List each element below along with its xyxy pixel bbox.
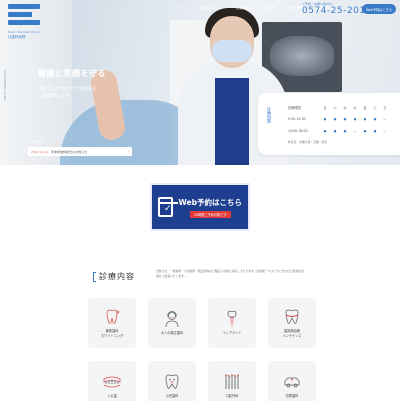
calendar-check-icon bbox=[158, 197, 178, 217]
logo-name-jp: 住歯科医院 bbox=[8, 35, 26, 39]
web-reserve-banner[interactable]: Web予約はこちら 24時間ご予約可能です bbox=[150, 183, 250, 231]
nav-item-price[interactable]: 料金表 bbox=[265, 6, 276, 11]
chevron-right-icon[interactable]: › bbox=[127, 149, 129, 154]
news-title[interactable]: 年末年始休診日のお知らせ bbox=[51, 150, 124, 154]
service-label: 審美歯科 ホワイトニング bbox=[100, 329, 124, 338]
tools-icon bbox=[223, 373, 241, 391]
service-label: インプラント bbox=[222, 331, 242, 336]
news-bar[interactable]: 2022.12.21 年末年始休診日のお知らせ › bbox=[28, 147, 132, 156]
news-date: 2022.12.21 bbox=[31, 149, 49, 154]
service-card-periodontal[interactable]: 歯周病治療 メンテナンス bbox=[268, 298, 316, 348]
dentures-icon bbox=[103, 373, 121, 391]
schedule-note: 休診日：木曜午後・日曜・祝日 bbox=[288, 140, 328, 144]
schedule-row: 9:30-12:30 ● ● ● ● ● ● ー bbox=[288, 117, 387, 122]
logo-name-en: Sumi Dental Clinic bbox=[8, 30, 41, 34]
woman-icon bbox=[163, 310, 181, 328]
service-card-visit[interactable]: 訪問歯科 bbox=[268, 361, 316, 401]
web-banner-sub: 24時間ご予約可能です bbox=[189, 210, 231, 218]
nav-item-treatment[interactable]: 診療案内 bbox=[236, 6, 250, 11]
schedule-label: 診療時間 bbox=[267, 107, 272, 123]
schedule-row: 14:00-18:00 ● ● ● ー ● ● ー bbox=[288, 129, 387, 134]
service-card-whitening[interactable]: 審美歯科 ホワイトニング bbox=[88, 298, 136, 348]
service-card-pediatric[interactable]: 小児歯科 bbox=[148, 361, 196, 401]
bracket-decoration bbox=[93, 271, 96, 282]
car-icon bbox=[283, 373, 301, 391]
logo[interactable] bbox=[8, 4, 40, 28]
tooth-sparkle-icon bbox=[103, 308, 121, 326]
schedule-card: 診療時間 診療時間 月 火 水 木 金 土 日 9:30-12:30 ● ● ●… bbox=[258, 93, 400, 155]
hero-subtext: 患者さんに合わせた治療法を ご提案致します bbox=[38, 87, 97, 99]
page: Sumi Dental Clinic 住歯科医院 SUMI DENTAL CLI… bbox=[0, 0, 400, 401]
service-card-implant[interactable]: インプラント bbox=[208, 298, 256, 348]
implant-icon bbox=[223, 310, 241, 328]
service-cards: 審美歯科 ホワイトニング 大人の矯正歯科 インプラント 歯周病治療 メンテナンス… bbox=[88, 298, 316, 401]
news-heading: お知らせ bbox=[30, 140, 44, 144]
web-reserve-button[interactable]: Web予約はこちら bbox=[362, 4, 396, 14]
nav-item-about[interactable]: 当院について bbox=[201, 6, 222, 11]
schedule-header-row: 診療時間 月 火 水 木 金 土 日 bbox=[288, 105, 387, 110]
service-card-oral-surgery[interactable]: 口腔外科 bbox=[208, 361, 256, 401]
tooth-shield-icon bbox=[283, 308, 301, 326]
service-label: 口腔外科 bbox=[225, 394, 239, 399]
service-label: 訪問歯科 bbox=[285, 394, 299, 399]
schedule-table: 診療時間 月 火 水 木 金 土 日 9:30-12:30 ● ● ● ● ● … bbox=[288, 101, 390, 137]
service-card-orthodontics[interactable]: 大人の矯正歯科 bbox=[148, 298, 196, 348]
service-label: 入れ歯 bbox=[107, 394, 117, 399]
hero-tagline: 健康と笑顔を守る bbox=[38, 69, 106, 78]
service-label: 歯周病治療 メンテナンス bbox=[282, 329, 302, 338]
service-label: 大人の矯正歯科 bbox=[160, 331, 184, 336]
nav-item-home[interactable]: ホーム bbox=[176, 6, 187, 11]
service-label: 小児歯科 bbox=[165, 394, 179, 399]
child-tooth-icon bbox=[163, 373, 181, 391]
services-title: 診療内容 bbox=[93, 271, 135, 282]
web-banner-title: Web予約はこちら bbox=[178, 197, 242, 207]
services-description: 当院では、一般歯科・小児歯科・矯正歯科など幅広い診療に対応しております。患者様一… bbox=[156, 269, 304, 278]
service-card-dentures[interactable]: 入れ歯 bbox=[88, 361, 136, 401]
vertical-brand-text: SUMI DENTAL CLINIC bbox=[3, 70, 7, 102]
